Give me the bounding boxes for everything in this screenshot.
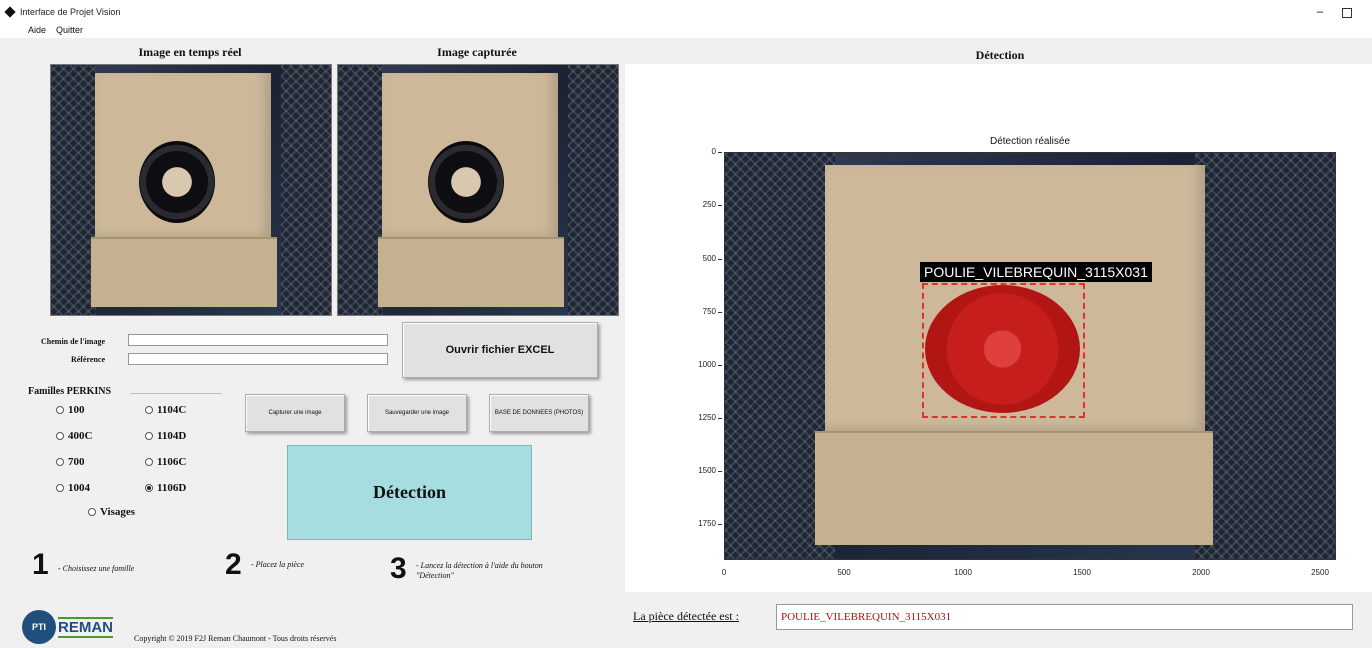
plot-title: Détection réalisée [989,136,1071,147]
image-path-label: Chemin de l'image [41,337,105,346]
radio-indicator [145,458,153,466]
step-3-text: - Lancez la détection à l'aide du bouton… [416,561,543,580]
step-2-number: 2 [225,548,242,581]
y-tick: 0 [686,147,722,156]
image-path-field[interactable] [128,334,388,346]
open-excel-button[interactable]: Ouvrir fichier EXCEL [402,322,598,378]
x-tick: 2000 [1192,568,1210,577]
y-tick: 750 [686,307,722,316]
radio-family-1106c[interactable]: 1106C [145,456,186,468]
step-2-text: - Placez la pièce [251,560,305,569]
logo-text: REMAN [58,616,113,638]
step-1-text: - Choisissez une famille [58,564,135,573]
maximize-button[interactable] [1342,8,1352,18]
radio-family-visages[interactable]: Visages [88,506,135,518]
radio-family-700[interactable]: 700 [56,456,85,468]
x-tick: 0 [721,568,727,577]
radio-indicator-selected [145,484,153,492]
radio-family-1104c[interactable]: 1104C [145,404,186,416]
radio-indicator [56,458,64,466]
captured-image-view [337,64,619,316]
step-3-number: 3 [390,552,407,585]
menu-item-aide[interactable]: Aide [28,25,46,35]
database-photos-button[interactable]: BASE DE DONNEES (PHOTOS) [489,394,589,432]
reman-logo: PTI REMAN [22,610,130,644]
step-1-number: 1 [32,548,49,581]
detection-button[interactable]: Détection [287,445,532,540]
radio-indicator [56,432,64,440]
menu-bar: Aide Quitter [0,24,1372,38]
captured-image-heading: Image capturée [437,45,517,59]
copyright-text: Copyright © 2019 F2J Reman Chaumont - To… [134,634,337,643]
detected-part-label: La pièce détectée est : [633,609,739,623]
x-tick: 2500 [1311,568,1329,577]
title-bar: Interface de Projet Vision – [0,0,1372,24]
window-title: Interface de Projet Vision [20,7,121,17]
y-tick: 1250 [686,413,722,422]
x-tick: 1000 [954,568,972,577]
radio-indicator [56,484,64,492]
radio-family-1104d[interactable]: 1104D [145,430,186,442]
detection-bounding-box [922,283,1085,418]
radio-family-1004[interactable]: 1004 [56,482,90,494]
y-tick: 250 [686,200,722,209]
radio-indicator [145,432,153,440]
live-camera-view [50,64,332,316]
y-tick: 500 [686,254,722,263]
app-icon [4,6,16,18]
y-tick: 1500 [686,466,722,475]
radio-indicator [56,406,64,414]
part-in-captured-view [428,141,504,223]
save-image-button[interactable]: Sauvegarder une image [367,394,467,432]
detection-heading: Détection [975,48,1025,62]
minimize-button[interactable]: – [1312,4,1328,20]
families-group-label: Familles PERKINS [28,386,112,397]
capture-image-button[interactable]: Capturer une image [245,394,345,432]
reference-label: Référence [70,355,105,364]
radio-indicator [145,406,153,414]
radio-family-400c[interactable]: 400C [56,430,92,442]
part-in-live-view [139,141,215,223]
gear-icon: PTI [22,610,56,644]
detected-part-field[interactable]: POULIE_VILEBREQUIN_3115X031 [776,604,1353,630]
menu-item-quitter[interactable]: Quitter [56,25,83,35]
y-tick: 1750 [686,519,722,528]
x-tick: 500 [837,568,851,577]
live-image-heading: Image en temps réel [138,45,242,59]
x-tick: 1500 [1073,568,1091,577]
reference-field[interactable] [128,353,388,365]
radio-indicator [88,508,96,516]
group-divider [130,393,222,394]
detection-label: POULIE_VILEBREQUIN_3115X031 [920,262,1152,282]
radio-family-1106d[interactable]: 1106D [145,482,186,494]
y-tick: 1000 [686,360,722,369]
radio-family-100[interactable]: 100 [56,404,85,416]
